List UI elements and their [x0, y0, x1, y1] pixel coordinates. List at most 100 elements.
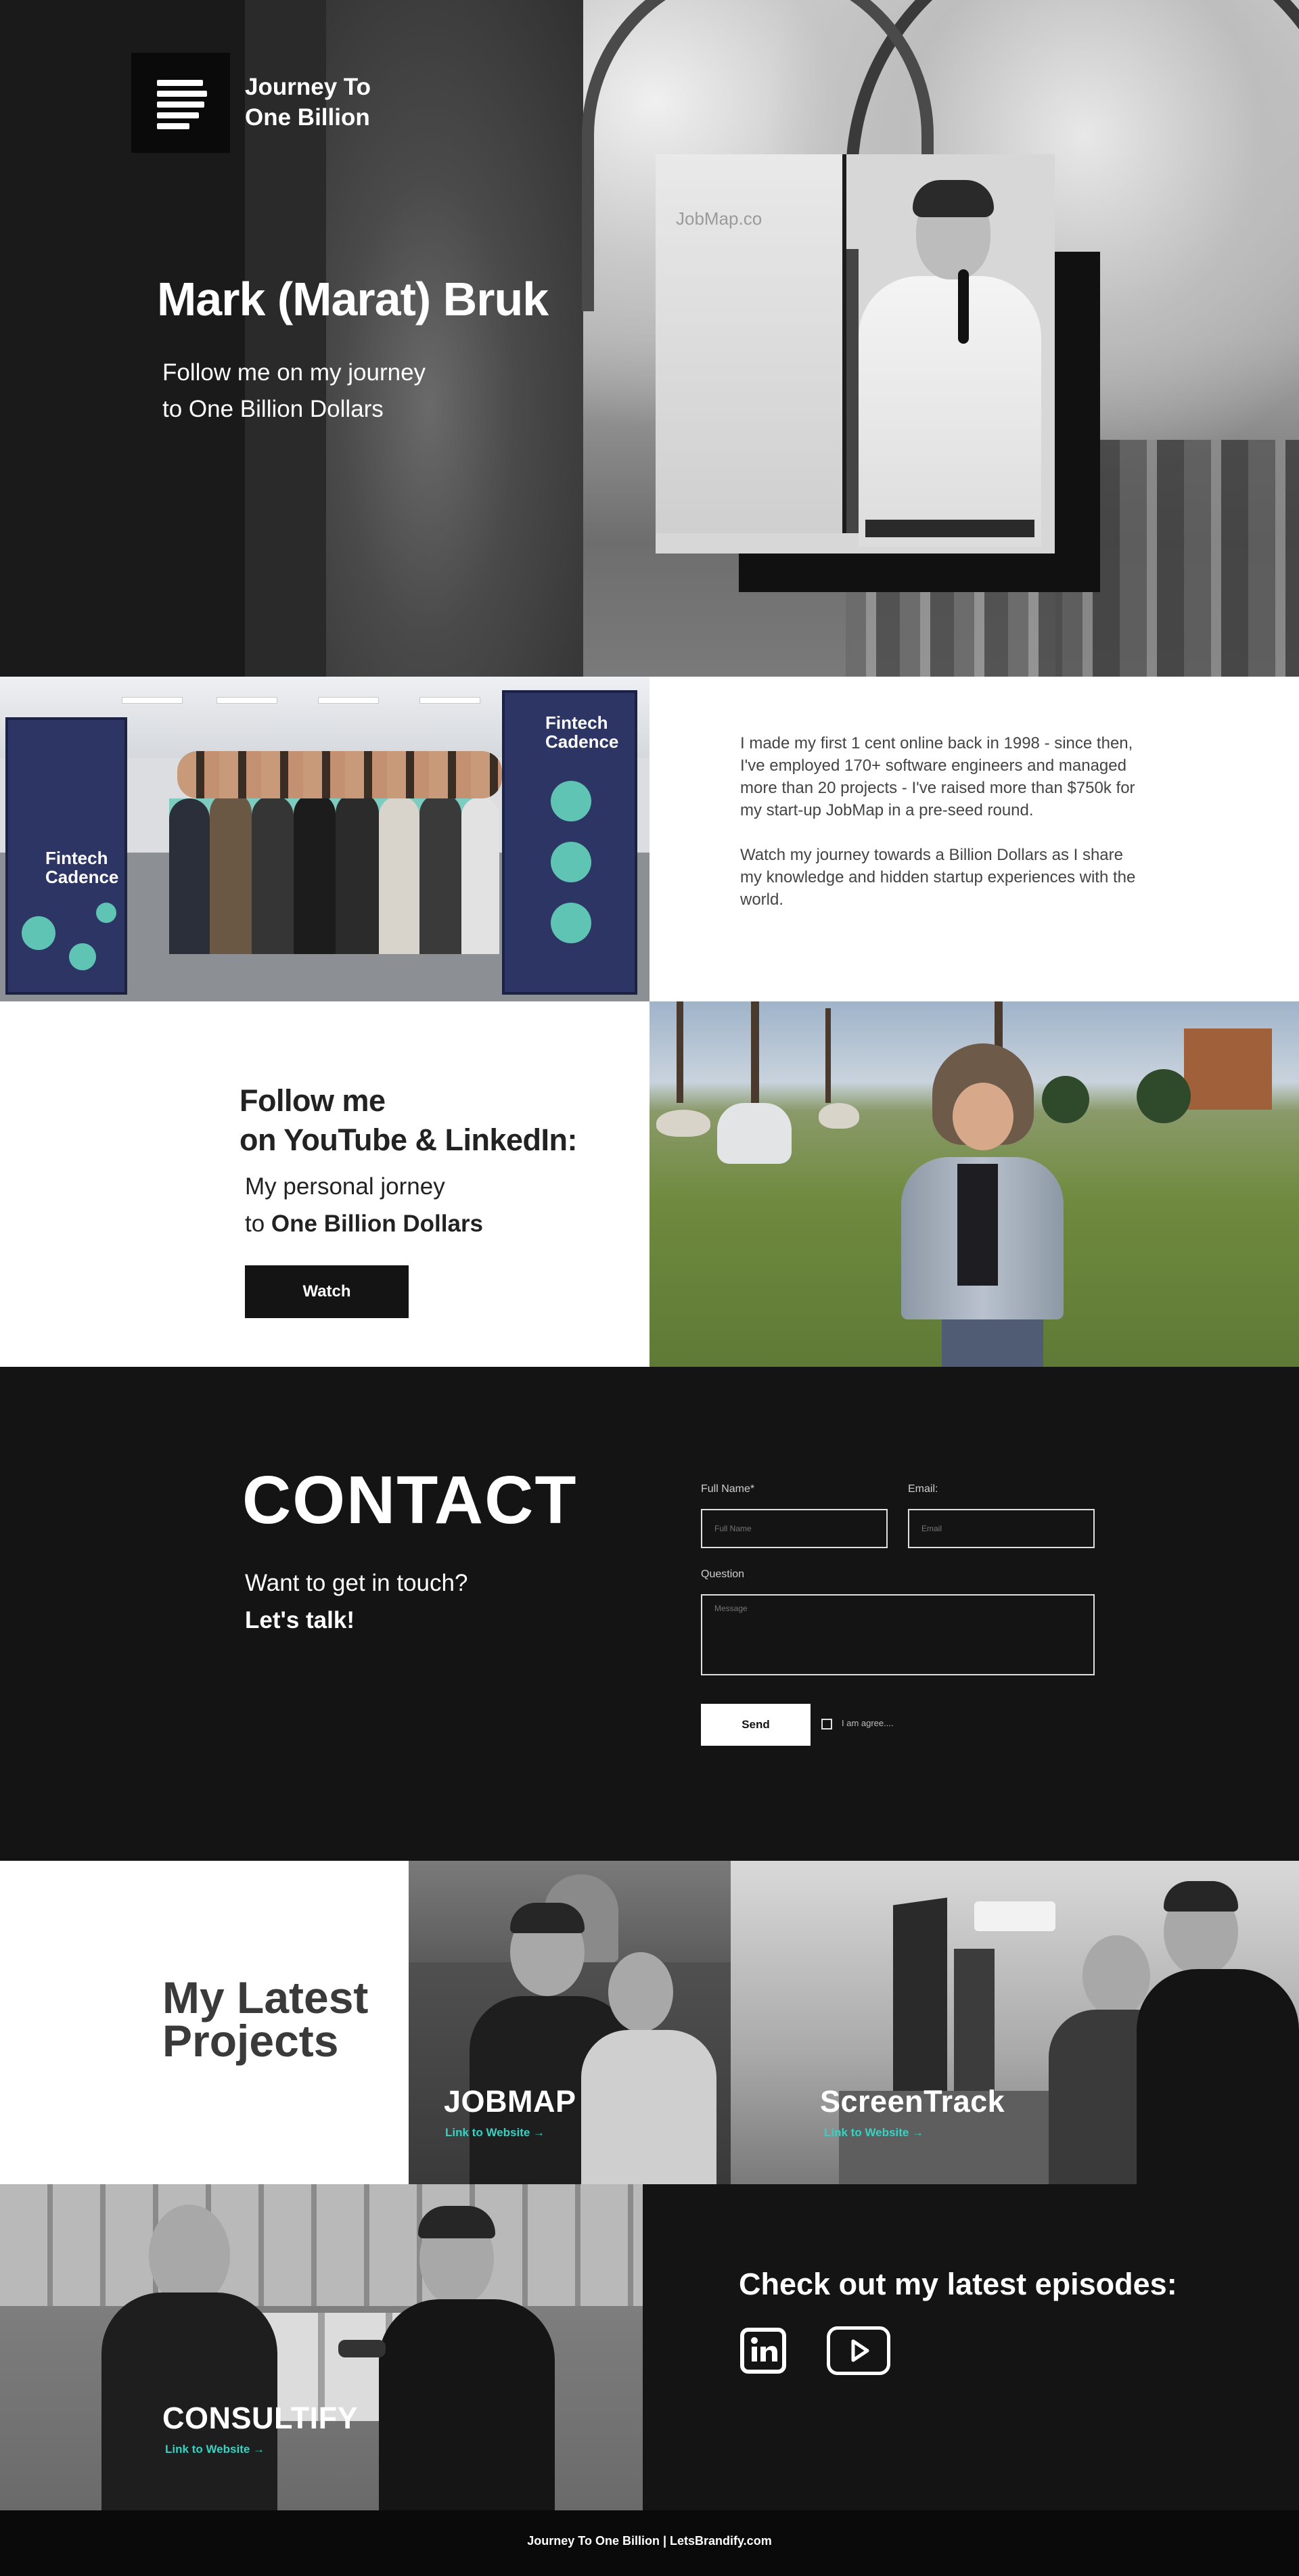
site-logo-text[interactable]: Journey To One Billion [245, 72, 371, 133]
microphone [958, 269, 969, 344]
watch-button[interactable]: Watch [245, 1265, 409, 1318]
email-label: Email: [908, 1483, 938, 1495]
banner-dot [69, 943, 96, 970]
hero-name: Mark (Marat) Bruk [157, 273, 549, 325]
group-person [336, 792, 379, 954]
contact-section [0, 1367, 1299, 1861]
project-link-label: Link to Website [824, 2126, 909, 2139]
fintech-banner-right: Fintech Cadence [502, 690, 637, 995]
project-link-label: Link to Website [165, 2443, 250, 2456]
hero-section: JobMap.co Journey To One Billion Mark (M… [0, 0, 1299, 677]
follow-subtitle-line-2: to One Billion Dollars [245, 1205, 483, 1242]
banner-title-line: Cadence [45, 867, 119, 887]
menu-line [157, 123, 189, 129]
menu-line [157, 112, 199, 118]
monitor [893, 1897, 947, 2102]
banner-title: Fintech Cadence [45, 849, 118, 886]
project-name: JOBMAP [444, 2084, 576, 2119]
follow-title: Follow me on YouTube & LinkedIn: [240, 1081, 577, 1160]
message-field[interactable] [701, 1594, 1095, 1675]
projects-title: My Latest Projects [162, 1972, 369, 2066]
rock [656, 1110, 710, 1137]
agree-checkbox[interactable] [821, 1719, 832, 1730]
tree [677, 1001, 683, 1103]
tree [825, 1008, 831, 1103]
banner-dot [22, 916, 55, 950]
hero-subtitle-line-2: to One Billion Dollars [162, 396, 384, 422]
project-card-screentrack[interactable]: ScreenTrack Link to Website → [731, 1861, 1299, 2184]
speaker-hair [913, 180, 994, 217]
speaker-belt [865, 520, 1034, 537]
contact-subtitle-line-1: Want to get in touch? [245, 1570, 468, 1596]
email-field[interactable] [908, 1509, 1095, 1548]
follow-subtitle: My personal jorney to One Billion Dollar… [245, 1168, 483, 1242]
person-body [1137, 1969, 1299, 2184]
banner-title-line: Cadence [545, 731, 619, 752]
project-link[interactable]: Link to Website → [165, 2443, 265, 2456]
screen-text: JobMap.co [676, 208, 762, 229]
project-link[interactable]: Link to Website → [445, 2126, 545, 2140]
office-windows [0, 2184, 643, 2306]
person-head [608, 1952, 673, 2032]
fintech-banner-left: Fintech Cadence [5, 717, 127, 995]
contact-subtitle-bold: Let's talk! [245, 1607, 355, 1633]
project-card-jobmap[interactable]: JOBMAP Link to Website → [409, 1861, 731, 2184]
speaker-photo: JobMap.co [656, 154, 1055, 553]
follow-subtitle-line-1: My personal jorney [245, 1173, 445, 1200]
arrow-right-icon: → [253, 2443, 265, 2456]
group-person [461, 797, 499, 954]
banner-dot [96, 903, 116, 923]
ceiling-light [216, 697, 277, 704]
arrow-right-icon: → [912, 2126, 924, 2139]
arrow-right-icon: → [533, 2126, 545, 2139]
logo-line-1: Journey To [245, 74, 371, 100]
footer-text[interactable]: Journey To One Billion | LetsBrandify.co… [0, 2534, 1299, 2548]
speaker-shirt [859, 276, 1041, 547]
group-person [169, 798, 210, 954]
banner-title-line: Fintech [545, 713, 608, 733]
person-shirt [581, 2030, 716, 2184]
ceiling-light [122, 697, 183, 704]
hero-subtitle-line-1: Follow me on my journey [162, 359, 426, 386]
person-face [953, 1083, 1013, 1150]
about-paragraph: Watch my journey towards a Billion Dolla… [740, 846, 1136, 909]
youtube-icon[interactable] [827, 2326, 890, 2375]
person-shirt [957, 1164, 998, 1286]
linkedin-icon[interactable] [740, 2328, 786, 2374]
wooden-shed [1184, 1029, 1272, 1110]
contact-subtitle: Want to get in touch? Let's talk! [245, 1564, 468, 1639]
send-button[interactable]: Send [701, 1704, 811, 1746]
contact-subtitle-line-2: Let's talk! [245, 1602, 468, 1639]
person-head [149, 2205, 230, 2306]
banner-title: Fintech Cadence [545, 713, 618, 751]
trailer [717, 1103, 792, 1164]
about-text: I made my first 1 cent online back in 19… [740, 732, 1146, 933]
group-person [419, 793, 461, 954]
logo-icon[interactable] [131, 53, 230, 153]
group-person [252, 795, 294, 954]
project-card-consultify[interactable]: CONSULTIFY Link to Website → [0, 2184, 643, 2510]
project-link[interactable]: Link to Website → [824, 2126, 924, 2140]
project-link-label: Link to Website [445, 2126, 530, 2139]
banner-icon-circle [551, 903, 591, 943]
fullname-label: Full Name* [701, 1483, 755, 1495]
tree [751, 1001, 759, 1110]
microphone [338, 2340, 386, 2357]
linkedin-glyph [751, 2337, 777, 2362]
menu-line [157, 80, 203, 86]
event-group-photo: Fintech Cadence Fintech Cadence [0, 677, 650, 1001]
person-hair [1164, 1881, 1238, 1912]
outdoor-portrait-photo [650, 1001, 1299, 1367]
banner-title-line: Fintech [45, 848, 108, 868]
contact-title: CONTACT [242, 1462, 578, 1538]
ceiling-light [318, 697, 379, 704]
air-conditioner [974, 1901, 1055, 1931]
projects-title-line-1: My Latest [162, 1972, 369, 2023]
bush [1042, 1076, 1089, 1123]
menu-line [157, 91, 207, 97]
projects-title-line-2: Projects [162, 2016, 339, 2066]
follow-subtitle-prefix: to [245, 1211, 271, 1237]
group-person [210, 792, 252, 954]
person-hair [510, 1903, 585, 1933]
fullname-field[interactable] [701, 1509, 888, 1548]
